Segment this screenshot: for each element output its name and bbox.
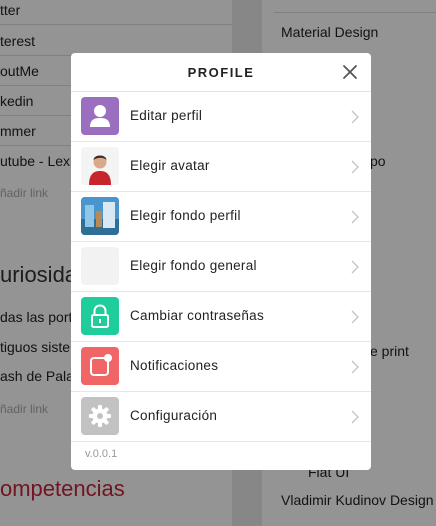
menu-item-label: Editar perfil (130, 108, 203, 123)
modal-title: PROFILE (187, 65, 255, 80)
menu-item-label: Notificaciones (130, 358, 219, 373)
menu-item-settings[interactable]: Configuración (71, 392, 371, 442)
gear-icon (81, 397, 119, 435)
menu-item-choose-avatar[interactable]: Elegir avatar (71, 142, 371, 192)
background-photo (81, 197, 119, 235)
chevron-right-icon (351, 360, 359, 374)
menu-item-choose-profile-background[interactable]: Elegir fondo perfil (71, 192, 371, 242)
profile-modal: PROFILE Editar perfil Elegir avatar Eleg… (71, 53, 371, 470)
close-icon (343, 65, 357, 79)
blank-thumbnail (81, 247, 119, 285)
chevron-right-icon (351, 310, 359, 324)
menu-item-change-passwords[interactable]: Cambiar contraseñas (71, 292, 371, 342)
menu-item-label: Cambiar contraseñas (130, 308, 265, 323)
menu-item-edit-profile[interactable]: Editar perfil (71, 92, 371, 142)
chevron-right-icon (351, 160, 359, 174)
avatar-photo (81, 147, 119, 185)
close-button[interactable] (341, 63, 359, 81)
menu-item-notifications[interactable]: Notificaciones (71, 342, 371, 392)
notification-icon (81, 347, 119, 385)
chevron-right-icon (351, 210, 359, 224)
chevron-right-icon (351, 410, 359, 424)
chevron-right-icon (351, 260, 359, 274)
lock-icon (81, 297, 119, 335)
menu-item-label: Elegir avatar (130, 158, 210, 173)
menu-item-choose-general-background[interactable]: Elegir fondo general (71, 242, 371, 292)
menu-item-label: Configuración (130, 408, 218, 423)
modal-header: PROFILE (71, 53, 371, 92)
menu-item-label: Elegir fondo perfil (130, 208, 241, 223)
user-icon (81, 97, 119, 135)
chevron-right-icon (351, 110, 359, 124)
version-label: v.0.0.1 (85, 448, 118, 460)
menu-item-label: Elegir fondo general (130, 258, 257, 273)
